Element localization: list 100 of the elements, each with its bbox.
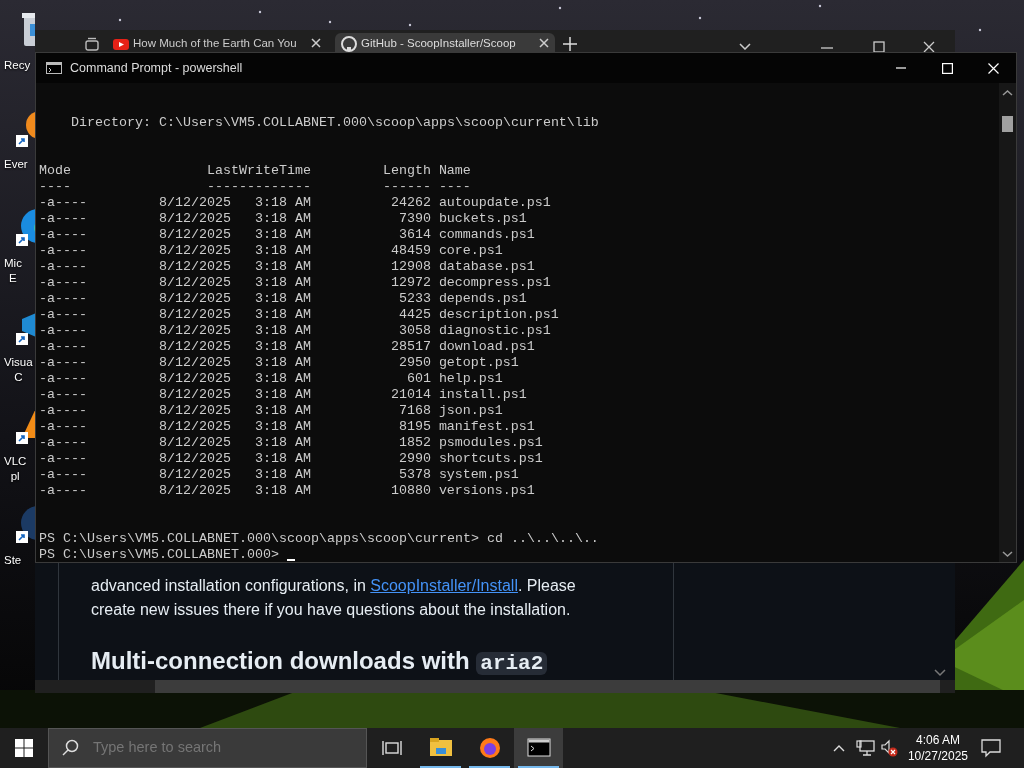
table-cell: 3:18 AM (254, 387, 311, 403)
table-cell: 3614 (398, 227, 431, 243)
table-cell: 8/12/2025 (158, 355, 231, 371)
table-cell: -a---- (39, 403, 87, 419)
table-cell: 3058 (398, 323, 431, 339)
paragraph: advanced installation configurations, in ScoopInstaller/Install. Please create new issues there if you have questions about the installation. (91, 576, 577, 620)
search-bar[interactable]: Type here to search (48, 728, 367, 768)
console-icon (526, 736, 551, 760)
table-cell: help.ps1 (438, 371, 503, 387)
table-cell: 7390 (398, 211, 431, 227)
text-cursor (286, 559, 295, 561)
close-icon[interactable] (311, 38, 321, 48)
table-cell: -a---- (39, 259, 87, 275)
volume-muted-icon[interactable] (879, 739, 898, 757)
table-cell: 8/12/2025 (158, 307, 231, 323)
table-cell: 3:18 AM (254, 355, 311, 371)
table-cell: depends.ps1 (438, 291, 527, 307)
table-cell: 8/12/2025 (158, 291, 231, 307)
table-cell: versions.ps1 (438, 483, 535, 499)
table-cell: decompress.ps1 (438, 275, 551, 291)
table-cell: -a---- (39, 243, 87, 259)
table-cell: 8/12/2025 (158, 275, 231, 291)
icon-label[interactable]: Mic E (4, 256, 22, 286)
table-cell: 3:18 AM (254, 403, 311, 419)
table-cell: 8/12/2025 (158, 371, 231, 387)
icon-label[interactable]: Ever (4, 157, 28, 172)
table-cell: 3:18 AM (254, 339, 311, 355)
minimize-icon (896, 67, 906, 69)
table-cell: -a---- (39, 387, 87, 403)
scrollbar[interactable] (999, 83, 1016, 562)
icon-label[interactable]: VLC pl (4, 454, 27, 484)
network-icon[interactable] (855, 739, 876, 757)
table-cell: 5233 (398, 291, 431, 307)
column-rule: ------ (382, 179, 431, 195)
table-cell: -a---- (39, 307, 87, 323)
icon-label[interactable]: Visua C (4, 355, 33, 385)
table-cell: 12972 (390, 275, 431, 291)
table-cell: diagnostic.ps1 (438, 323, 551, 339)
table-cell: system.ps1 (438, 467, 519, 483)
column-header: Mode (39, 163, 72, 179)
task-view-icon[interactable] (381, 739, 402, 757)
taskbar-button[interactable] (514, 728, 563, 768)
scroll-thumb[interactable] (1002, 116, 1013, 132)
window-title: Command Prompt - powershell (70, 59, 244, 77)
table-cell: autoupdate.ps1 (438, 195, 551, 211)
tab-actions-icon[interactable] (85, 37, 99, 51)
icon-label[interactable]: Ste (4, 553, 22, 568)
table-cell: 10880 (390, 483, 431, 499)
clock[interactable]: 4:06 AM 10/27/2025 (907, 732, 968, 764)
section-heading: Multi-connection downloads with (91, 647, 470, 674)
table-cell: core.ps1 (438, 243, 503, 259)
plus-icon[interactable] (563, 37, 577, 51)
table-cell: 8/12/2025 (158, 339, 231, 355)
table-cell: 3:18 AM (254, 211, 311, 227)
browser-tab[interactable]: How Much of the Earth Can You (107, 33, 327, 52)
table-cell: 3:18 AM (254, 419, 311, 435)
table-cell: 2950 (398, 355, 431, 371)
table-cell: psmodules.ps1 (438, 435, 543, 451)
table-cell: 7168 (398, 403, 431, 419)
table-cell: buckets.ps1 (438, 211, 527, 227)
table-cell: -a---- (39, 371, 87, 387)
table-cell: 8/12/2025 (158, 467, 231, 483)
close-icon[interactable] (923, 41, 935, 53)
table-cell: 3:18 AM (254, 467, 311, 483)
column-header: LastWriteTime (206, 163, 311, 179)
table-cell: description.ps1 (438, 307, 559, 323)
table-cell: -a---- (39, 291, 87, 307)
table-cell: 8/12/2025 (158, 323, 231, 339)
prompt-line: PS C:\Users\VM5.COLLABNET.000\scoop\apps\scoop\current> cd ..\..\..\.. (39, 531, 599, 547)
browser-tab[interactable]: GitHub - ScoopInstaller/Scoop (335, 33, 555, 52)
terminal-text: Directory: C:\Users\VM5.COLLABNET.000\scoop\apps\scoop\current\lib (71, 115, 599, 131)
table-cell: 8/12/2025 (158, 195, 231, 211)
notification-icon[interactable] (980, 738, 1002, 758)
table-cell: database.ps1 (438, 259, 535, 275)
chevron-up-icon[interactable] (831, 743, 846, 753)
table-cell: 3:18 AM (254, 323, 311, 339)
maximize-icon[interactable] (873, 41, 885, 53)
table-cell: -a---- (39, 211, 87, 227)
table-cell: 8/12/2025 (158, 211, 231, 227)
table-cell: -a---- (39, 323, 87, 339)
table-cell: 3:18 AM (254, 451, 311, 467)
table-cell: 21014 (390, 387, 431, 403)
prompt-line: PS C:\Users\VM5.COLLABNET.000> (39, 547, 279, 562)
table-cell: 4425 (398, 307, 431, 323)
table-cell: shortcuts.ps1 (438, 451, 543, 467)
table-cell: 8/12/2025 (158, 483, 231, 499)
windows-start-icon[interactable] (15, 739, 33, 757)
chevron-down-icon[interactable] (739, 43, 751, 50)
chevron-down-icon[interactable] (933, 668, 947, 678)
table-cell: getopt.ps1 (438, 355, 519, 371)
search-field[interactable]: Type here to search (91, 736, 366, 760)
table-cell: 12908 (390, 259, 431, 275)
icon-label[interactable]: Recy (4, 58, 31, 73)
table-cell: 8/12/2025 (158, 435, 231, 451)
table-cell: 8195 (398, 419, 431, 435)
table-cell: -a---- (39, 451, 87, 467)
table-cell: -a---- (39, 419, 87, 435)
link[interactable]: ScoopInstaller/Install (370, 577, 518, 594)
close-icon[interactable] (539, 38, 549, 48)
table-cell: 8/12/2025 (158, 387, 231, 403)
